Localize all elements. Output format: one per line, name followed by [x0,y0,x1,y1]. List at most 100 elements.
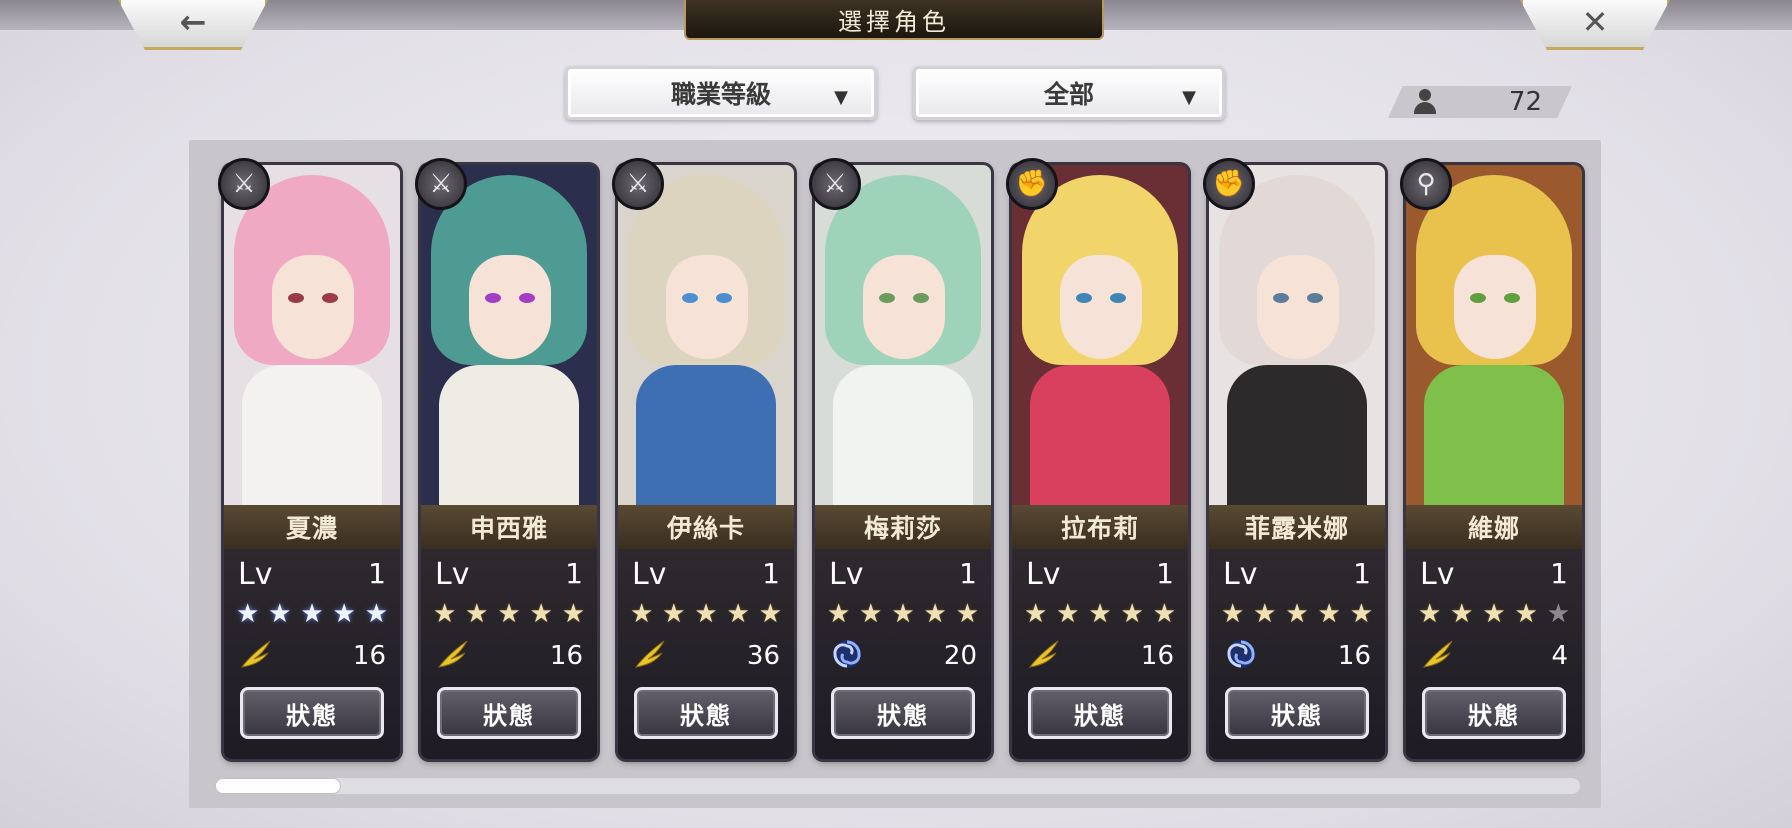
sort-dropdown[interactable]: 職業等級 ▼ [565,66,877,120]
character-card[interactable]: 維娜 Lv 1 ★ ★ ★ ★ ★ 4 狀態 [1406,165,1582,759]
character-portrait [815,165,991,515]
character-portrait [224,165,400,515]
status-button[interactable]: 狀態 [240,687,384,739]
level-label: Lv [1420,557,1455,592]
page-title: 選擇角色 [684,0,1104,40]
stat-value: 16 [352,641,386,671]
vortex-icon [1223,637,1259,671]
sort-dropdown-label: 職業等級 [670,80,771,109]
level-label: Lv [435,557,470,592]
star-icon: ★ [1120,599,1144,629]
status-button[interactable]: 狀態 [634,687,778,739]
star-rating: ★ ★ ★ ★ ★ [1418,599,1570,629]
status-button[interactable]: 狀態 [1225,687,1369,739]
stat-value: 16 [549,641,583,671]
character-name: 拉布莉 [1012,505,1188,549]
blade-icon: ⚔ [809,158,861,210]
star-icon: ★ [1482,599,1506,629]
character-portrait [618,165,794,515]
wing-icon [435,637,471,671]
character-name: 夏濃 [224,505,400,549]
stat-value: 16 [1337,641,1371,671]
close-icon: ✕ [1581,2,1609,41]
character-name: 申西雅 [421,505,597,549]
level-value: 1 [959,557,977,590]
character-card[interactable]: 夏濃 Lv 1 ★ ★ ★ ★ ★ 16 狀態 [224,165,400,759]
star-icon: ★ [236,599,260,629]
character-name: 維娜 [1406,505,1582,549]
character-portrait [1406,165,1582,515]
star-icon: ★ [1221,599,1245,629]
star-icon: ★ [1056,599,1080,629]
blade-icon: ⚔ [612,158,664,210]
stat-value: 4 [1551,641,1568,671]
star-rating: ★ ★ ★ ★ ★ [1024,599,1176,629]
star-icon: ★ [827,599,851,629]
staff-icon: ⚲ [1400,158,1452,210]
chevron-down-icon: ▼ [834,87,848,108]
star-icon: ★ [1418,599,1442,629]
stat-value: 36 [746,641,780,671]
character-card[interactable]: 梅莉莎 Lv 1 ★ ★ ★ ★ ★ 20 狀態 [815,165,991,759]
level-value: 1 [762,557,780,590]
close-button[interactable]: ✕ [1520,0,1670,50]
star-icon: ★ [268,599,292,629]
level-label: Lv [829,557,864,592]
level-value: 1 [565,557,583,590]
star-icon: ★ [859,599,883,629]
character-name: 伊絲卡 [618,505,794,549]
character-card[interactable]: 申西雅 Lv 1 ★ ★ ★ ★ ★ 16 狀態 [421,165,597,759]
star-rating: ★ ★ ★ ★ ★ [1221,599,1373,629]
character-count-badge: 72 [1388,86,1572,118]
scrollbar-thumb[interactable] [215,778,341,794]
horizontal-scrollbar[interactable] [215,778,1580,794]
star-icon: ★ [1152,599,1176,629]
star-icon: ★ [694,599,718,629]
character-card[interactable]: 伊絲卡 Lv 1 ★ ★ ★ ★ ★ 36 狀態 [618,165,794,759]
status-button[interactable]: 狀態 [437,687,581,739]
star-icon: ★ [1514,599,1538,629]
character-count: 72 [1508,87,1542,117]
wing-icon [1420,637,1456,671]
star-icon: ★ [1024,599,1048,629]
star-icon: ★ [1546,599,1570,629]
vortex-icon [829,637,865,671]
star-icon: ★ [955,599,979,629]
wing-icon [1026,637,1062,671]
character-portrait [421,165,597,515]
star-icon: ★ [1285,599,1309,629]
status-button[interactable]: 狀態 [1422,687,1566,739]
status-button[interactable]: 狀態 [1028,687,1172,739]
fist-icon: ✊ [1006,158,1058,210]
star-icon: ★ [1349,599,1373,629]
star-rating: ★ ★ ★ ★ ★ [827,599,979,629]
status-button[interactable]: 狀態 [831,687,975,739]
star-icon: ★ [433,599,457,629]
star-icon: ★ [662,599,686,629]
sword-icon: ⚔ [415,158,467,210]
stat-value: 16 [1140,641,1174,671]
star-icon: ★ [529,599,553,629]
character-name: 菲露米娜 [1209,505,1385,549]
level-value: 1 [1550,557,1568,590]
level-value: 1 [1353,557,1371,590]
character-card[interactable]: 菲露米娜 Lv 1 ★ ★ ★ ★ ★ 16 狀態 [1209,165,1385,759]
back-button[interactable]: ← [118,0,268,50]
star-icon: ★ [630,599,654,629]
star-icon: ★ [1088,599,1112,629]
star-rating: ★ ★ ★ ★ ★ [433,599,585,629]
star-rating: ★ ★ ★ ★ ★ [236,599,388,629]
star-icon: ★ [923,599,947,629]
star-icon: ★ [758,599,782,629]
star-icon: ★ [1450,599,1474,629]
sword-icon: ⚔ [218,158,270,210]
character-card[interactable]: 拉布莉 Lv 1 ★ ★ ★ ★ ★ 16 狀態 [1012,165,1188,759]
level-label: Lv [1026,557,1061,592]
star-icon: ★ [465,599,489,629]
star-icon: ★ [364,599,388,629]
category-dropdown[interactable]: 全部 ▼ [913,66,1225,120]
level-label: Lv [1223,557,1258,592]
fist-icon: ✊ [1203,158,1255,210]
level-label: Lv [238,557,273,592]
star-icon: ★ [1253,599,1277,629]
